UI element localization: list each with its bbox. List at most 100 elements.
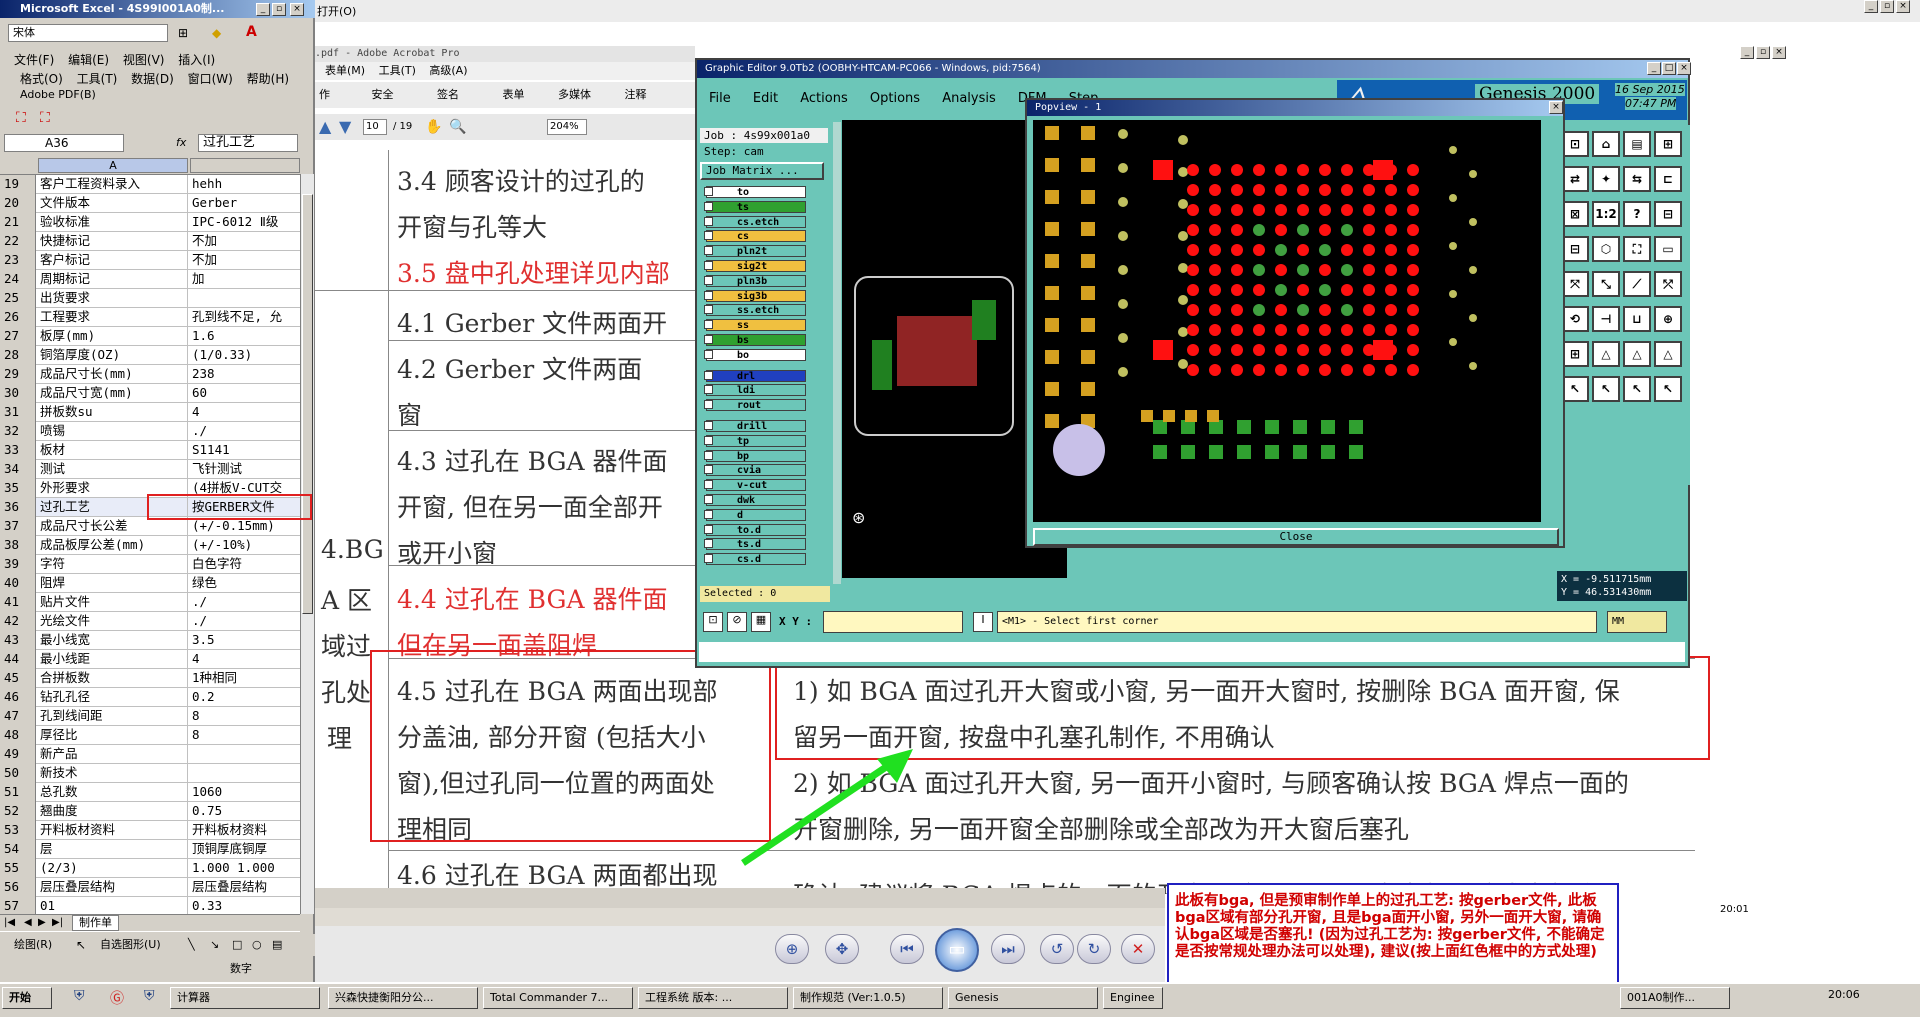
layer-checkbox[interactable]: [704, 275, 713, 285]
table-row[interactable]: 26 工程要求 孔到线不足, 允: [0, 308, 300, 327]
select-pointer-icon[interactable]: ↖: [76, 934, 86, 956]
layer-item[interactable]: ts: [706, 200, 806, 213]
cell-b[interactable]: 0.2: [190, 688, 300, 707]
tool-button-icon[interactable]: ⤡: [1592, 271, 1620, 297]
table-row[interactable]: 38 成品板厚公差(mm) (+/-10%): [0, 536, 300, 555]
cell-a[interactable]: 验收标准: [38, 213, 188, 232]
layer-checkbox[interactable]: [704, 305, 713, 315]
cell-a[interactable]: 拼板数su: [38, 403, 188, 422]
row-number[interactable]: 35: [0, 479, 36, 498]
table-row[interactable]: 34 测试 飞针测试: [0, 460, 300, 479]
spreadsheet-grid[interactable]: 19 客户工程资料录入 hehh 20 文件版本 Gerber 21 验收标准 IPC-6012…: [0, 174, 300, 932]
tool-button-icon[interactable]: ⇄: [1561, 166, 1589, 192]
ge-menu-file[interactable]: File: [709, 91, 731, 106]
next-media-icon[interactable]: ⏭: [991, 934, 1025, 964]
layer-item[interactable]: cvia: [706, 464, 806, 477]
acro-tb-multimedia[interactable]: 多媒体: [558, 88, 591, 101]
tool-button-icon[interactable]: ⊣: [1592, 306, 1620, 332]
excel-menu-data[interactable]: 数据(D): [131, 72, 174, 86]
quicklaunch-app-icon[interactable]: Ⓖ: [110, 988, 124, 1008]
row-number[interactable]: 40: [0, 574, 36, 593]
tool-button-icon[interactable]: ⛶: [1623, 236, 1651, 262]
table-row[interactable]: 46 钻孔孔径 0.2: [0, 688, 300, 707]
acro-menu-advanced[interactable]: 高级(A): [429, 64, 467, 77]
cell-b[interactable]: 1种相同: [190, 669, 300, 688]
sheet-tab-active[interactable]: 制作单: [72, 915, 119, 931]
job-matrix-button[interactable]: Job Matrix ...: [700, 162, 824, 180]
zoom-tool-icon[interactable]: 🔍: [449, 114, 466, 140]
row-number[interactable]: 41: [0, 593, 36, 612]
excel-menu-format[interactable]: 格式(O): [20, 72, 63, 86]
row-number[interactable]: 34: [0, 460, 36, 479]
cell-b[interactable]: [190, 745, 300, 764]
row-number[interactable]: 53: [0, 821, 36, 840]
row-number[interactable]: 32: [0, 422, 36, 441]
layer-item[interactable]: ss: [706, 319, 806, 332]
sheet-nav-first-icon[interactable]: |◀: [4, 917, 15, 928]
acro-tb-work[interactable]: 作: [319, 88, 330, 101]
taskbar-item-genesis[interactable]: Genesis: [948, 987, 1098, 1009]
layer-item[interactable]: rout: [706, 399, 806, 412]
cell-a[interactable]: 最小线距: [38, 650, 188, 669]
table-row[interactable]: 25 出货要求: [0, 289, 300, 308]
ge-menu-actions[interactable]: Actions: [800, 91, 848, 106]
cell-a[interactable]: 总孔数: [38, 783, 188, 802]
acro-restore-icon[interactable]: ▫: [1756, 46, 1770, 59]
scroll-thumb[interactable]: [302, 194, 313, 614]
tool-button-icon[interactable]: ⊟: [1561, 236, 1589, 262]
start-button[interactable]: 开始: [2, 987, 52, 1009]
cell-a[interactable]: 客户工程资料录入: [38, 175, 188, 194]
tool-button-icon[interactable]: ⊞: [1654, 131, 1682, 157]
fit-media-icon[interactable]: ✥: [825, 934, 859, 964]
row-number[interactable]: 24: [0, 270, 36, 289]
tool-button-icon[interactable]: ⊕: [1654, 306, 1682, 332]
layer-checkbox[interactable]: [704, 231, 713, 241]
cell-a[interactable]: 最小线宽: [38, 631, 188, 650]
cell-b[interactable]: 不加: [190, 251, 300, 270]
popview-canvas[interactable]: [1033, 120, 1541, 522]
cell-a[interactable]: 出货要求: [38, 289, 188, 308]
layer-checkbox[interactable]: [704, 480, 713, 490]
cell-a[interactable]: 成品尺寸长(mm): [38, 365, 188, 384]
layer-checkbox[interactable]: [704, 385, 713, 395]
table-row[interactable]: 45 合拼板数 1种相同: [0, 669, 300, 688]
row-number[interactable]: 23: [0, 251, 36, 270]
cell-b[interactable]: ./: [190, 593, 300, 612]
fx-icon[interactable]: fx: [176, 136, 186, 149]
cell-a[interactable]: 喷锡: [38, 422, 188, 441]
acro-tb-forms[interactable]: 表单: [503, 88, 525, 101]
tool-button-icon[interactable]: ⤱: [1654, 271, 1682, 297]
layer-item[interactable]: bo: [706, 348, 806, 361]
sheet-nav-prev-icon[interactable]: ◀: [24, 917, 32, 928]
layer-item[interactable]: ss.etch: [706, 304, 806, 317]
excel-menu-view[interactable]: 视图(V): [123, 53, 165, 67]
tool-button-icon[interactable]: ⟋: [1623, 271, 1651, 297]
table-row[interactable]: 39 字符 白色字符: [0, 555, 300, 574]
layer-item[interactable]: to: [706, 186, 806, 198]
row-number[interactable]: 49: [0, 745, 36, 764]
taskbar-item-calculator[interactable]: 计算器: [170, 987, 320, 1009]
cell-a[interactable]: 光绘文件: [38, 612, 188, 631]
table-row[interactable]: 44 最小线距 4: [0, 650, 300, 669]
cell-b[interactable]: hehh: [190, 175, 300, 194]
layer-item[interactable]: sig3b: [706, 289, 806, 302]
cell-b[interactable]: 层压叠层结构: [190, 878, 300, 897]
cell-b[interactable]: S1141: [190, 441, 300, 460]
layer-item[interactable]: bs: [706, 334, 806, 346]
cell-b[interactable]: 白色字符: [190, 555, 300, 574]
tool-button-icon[interactable]: ⊡: [1561, 131, 1589, 157]
layer-checkbox[interactable]: [704, 216, 713, 226]
zoom-input[interactable]: 204%: [547, 119, 587, 135]
layer-checkbox[interactable]: [704, 465, 713, 475]
rotate-left-icon[interactable]: ↺: [1040, 934, 1074, 964]
row-number[interactable]: 37: [0, 517, 36, 536]
layer-checkbox[interactable]: [704, 554, 713, 564]
layer-checkbox[interactable]: [704, 524, 713, 534]
layer-item[interactable]: drill: [706, 420, 806, 432]
tool-button-icon[interactable]: ▤: [1623, 131, 1651, 157]
cell-b[interactable]: IPC-6012 Ⅱ级: [190, 213, 300, 232]
cell-a[interactable]: 客户标记: [38, 251, 188, 270]
autoshape-menu[interactable]: 自选图形(U): [100, 934, 161, 956]
layer-scrollbar[interactable]: [833, 122, 841, 584]
minimize-icon[interactable]: _: [1864, 0, 1878, 13]
